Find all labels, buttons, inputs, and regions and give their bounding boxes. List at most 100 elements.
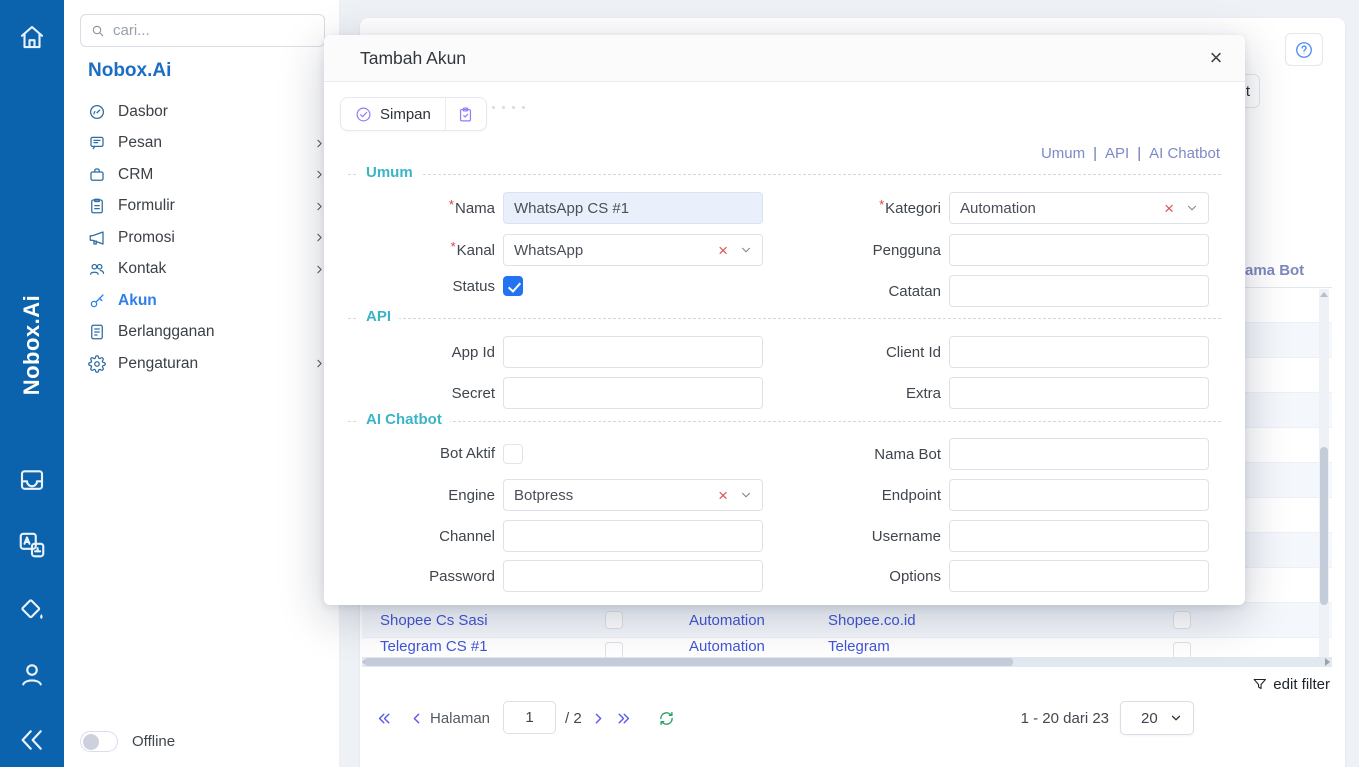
offline-label: Offline xyxy=(132,733,175,750)
field-status: Status xyxy=(348,276,523,296)
scroll-right-arrow[interactable] xyxy=(1325,658,1330,666)
chat-icon xyxy=(88,134,106,152)
ink-drop-icon[interactable] xyxy=(17,595,47,625)
sidebar-search[interactable] xyxy=(80,14,325,47)
nama-bot-input[interactable] xyxy=(949,438,1209,470)
last-page-button[interactable] xyxy=(615,701,632,735)
app-root: Nobox.Ai Nobox.Ai Dasbor Pesan CRM xyxy=(0,0,1359,767)
toggle-knob xyxy=(83,734,99,750)
row-name-link[interactable]: Telegram CS #1 xyxy=(380,639,488,655)
section-ai-chatbot: AI Chatbot xyxy=(348,421,1221,422)
sidebar-item-crm[interactable]: CRM xyxy=(64,159,340,191)
next-page-button[interactable] xyxy=(590,701,607,735)
client-id-input[interactable] xyxy=(949,336,1209,368)
app-id-input[interactable] xyxy=(503,336,763,368)
horizontal-scroll-thumb[interactable] xyxy=(365,658,1013,666)
sidebar-item-promosi[interactable]: Promosi xyxy=(64,222,340,254)
field-extra: Extra xyxy=(794,377,1209,409)
vertical-scroll-thumb[interactable] xyxy=(1320,447,1328,605)
page-number-input[interactable] xyxy=(503,701,556,734)
help-button[interactable] xyxy=(1285,33,1323,66)
sidebar-item-akun[interactable]: Akun xyxy=(64,285,340,317)
engine-select[interactable]: Botpress × xyxy=(503,479,763,511)
vertical-scrollbar[interactable] xyxy=(1319,289,1329,667)
tab-umum[interactable]: Umum xyxy=(1041,145,1085,162)
channel-input[interactable] xyxy=(503,520,763,552)
field-endpoint: Endpoint xyxy=(794,479,1209,511)
row-domain: Shopee.co.id xyxy=(828,603,916,638)
row-name-link[interactable]: Shopee Cs Sasi xyxy=(380,603,488,638)
chevron-down-icon[interactable] xyxy=(1185,201,1199,215)
tab-ai-chatbot[interactable]: AI Chatbot xyxy=(1149,145,1220,162)
search-input[interactable] xyxy=(113,22,315,39)
form-icon xyxy=(88,197,106,215)
check-circle-icon xyxy=(355,106,372,123)
prev-page-button[interactable] xyxy=(408,701,425,735)
table-row-shopee[interactable]: Shopee Cs Sasi Automation Shopee.co.id xyxy=(362,603,1332,638)
password-input[interactable] xyxy=(503,560,763,592)
first-page-button[interactable] xyxy=(376,701,393,735)
home-icon[interactable] xyxy=(17,22,47,52)
clipboard-button[interactable] xyxy=(446,98,486,130)
chevron-down-icon[interactable] xyxy=(739,243,753,257)
collapse-icon[interactable] xyxy=(17,725,47,755)
key-icon xyxy=(88,292,106,310)
field-catatan: Catatan xyxy=(794,275,1209,307)
sidebar-item-berlangganan[interactable]: Berlangganan xyxy=(64,317,340,349)
chevron-down-icon[interactable] xyxy=(739,488,753,502)
last-page-icon xyxy=(615,710,632,727)
search-icon xyxy=(90,23,106,39)
username-input[interactable] xyxy=(949,520,1209,552)
sidebar-item-pesan[interactable]: Pesan xyxy=(64,128,340,160)
save-button[interactable]: Simpan xyxy=(341,98,445,130)
clear-icon[interactable]: × xyxy=(718,487,728,504)
close-button[interactable]: × xyxy=(1201,43,1231,73)
status-checkbox[interactable] xyxy=(503,276,523,296)
document-icon xyxy=(88,323,106,341)
help-icon xyxy=(1294,40,1314,60)
user-icon[interactable] xyxy=(17,660,47,690)
nama-input[interactable] xyxy=(503,192,763,224)
field-kategori: *Kategori Automation × xyxy=(794,192,1209,224)
range-label: 1 - 20 dari 23 xyxy=(1021,701,1109,735)
offline-toggle[interactable] xyxy=(80,731,118,752)
clear-icon[interactable]: × xyxy=(1164,200,1174,217)
modal-toolbar: Simpan xyxy=(340,97,487,131)
sidebar-item-formulir[interactable]: Formulir xyxy=(64,191,340,223)
pengguna-input[interactable] xyxy=(949,234,1209,266)
field-app-id: App Id xyxy=(348,336,763,368)
catatan-input[interactable] xyxy=(949,275,1209,307)
field-channel: Channel xyxy=(348,520,763,552)
kategori-select[interactable]: Automation × xyxy=(949,192,1209,224)
row-checkbox[interactable] xyxy=(1173,611,1191,629)
page-size-select[interactable]: 20 xyxy=(1120,701,1194,735)
extra-input[interactable] xyxy=(949,377,1209,409)
row-category: Automation xyxy=(689,603,765,638)
secret-input[interactable] xyxy=(503,377,763,409)
field-client-id: Client Id xyxy=(794,336,1209,368)
bot-aktif-checkbox[interactable] xyxy=(503,444,523,464)
row-checkbox[interactable] xyxy=(605,611,623,629)
sidebar-menu: Dasbor Pesan CRM Formulir Promosi xyxy=(64,96,340,380)
section-umum: Umum xyxy=(348,174,1221,175)
clear-icon[interactable]: × xyxy=(718,242,728,259)
sidebar-item-pengaturan[interactable]: Pengaturan xyxy=(64,348,340,380)
refresh-button[interactable] xyxy=(658,701,675,735)
scroll-up-arrow[interactable] xyxy=(1320,292,1328,297)
row-domain: Telegram xyxy=(828,639,890,655)
sidebar-item-dasbor[interactable]: Dasbor xyxy=(64,96,340,128)
kanal-select[interactable]: WhatsApp × xyxy=(503,234,763,266)
inbox-icon[interactable] xyxy=(17,465,47,495)
horizontal-scrollbar[interactable] xyxy=(362,657,1332,667)
translate-icon[interactable] xyxy=(17,530,47,560)
sidebar-item-kontak[interactable]: Kontak xyxy=(64,254,340,286)
refresh-icon xyxy=(658,710,675,727)
next-page-icon xyxy=(590,710,607,727)
tab-api[interactable]: API xyxy=(1105,145,1129,162)
gear-icon xyxy=(88,355,106,373)
endpoint-input[interactable] xyxy=(949,479,1209,511)
megaphone-icon xyxy=(88,229,106,247)
field-username: Username xyxy=(794,520,1209,552)
edit-filter-button[interactable]: edit filter xyxy=(1252,676,1330,693)
options-input[interactable] xyxy=(949,560,1209,592)
